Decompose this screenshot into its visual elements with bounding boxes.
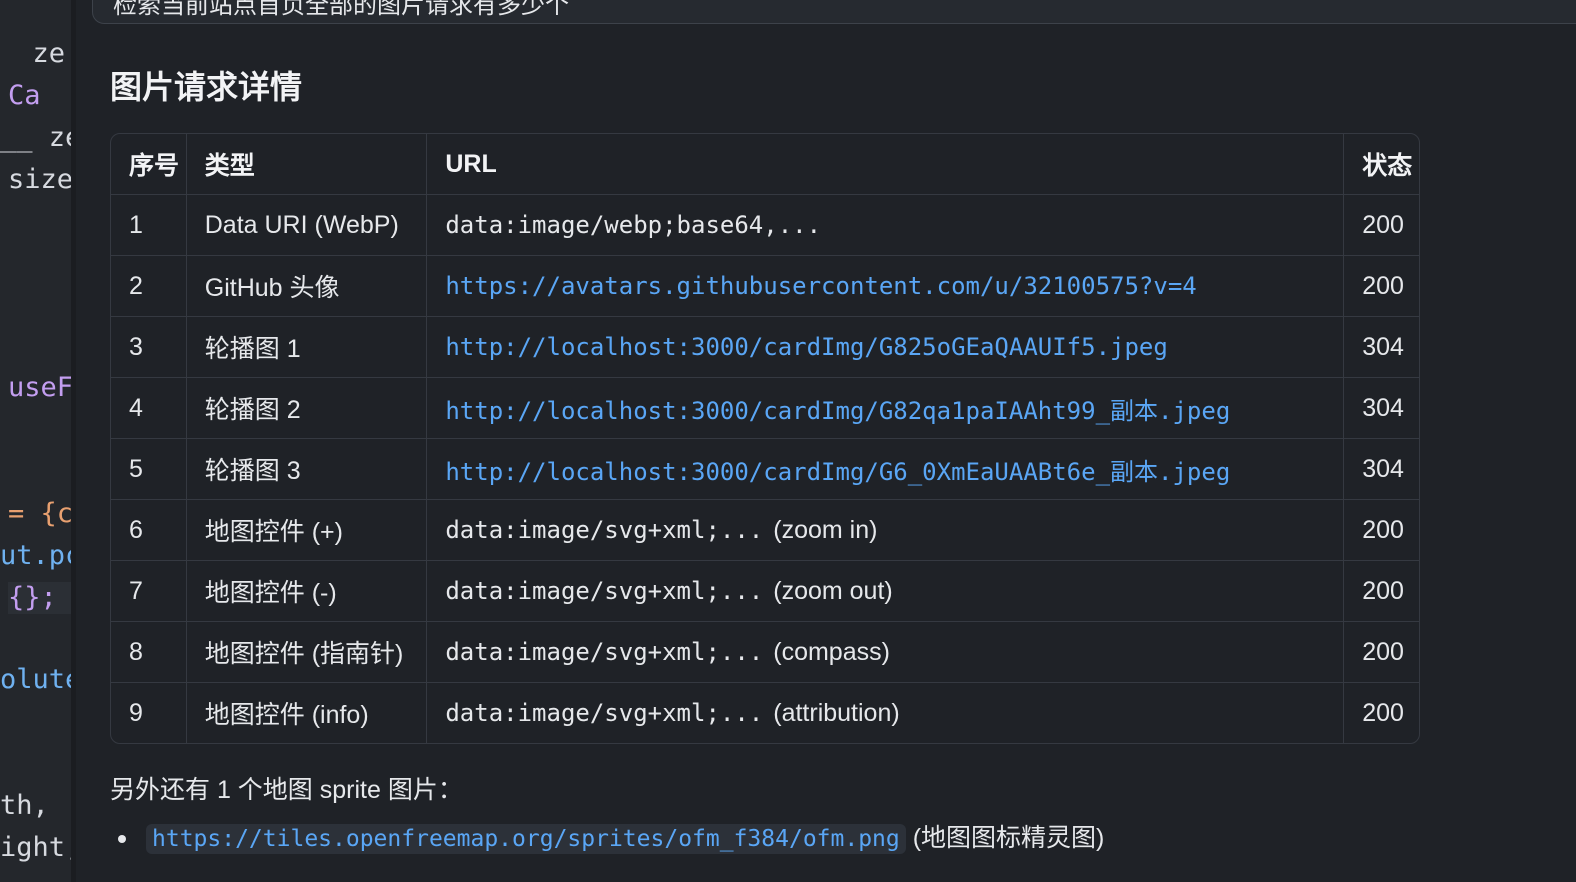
cell-status: 304 bbox=[1343, 316, 1419, 378]
url-text: data:image/webp;base64,... bbox=[445, 210, 822, 239]
code-line: th, bbox=[0, 790, 49, 821]
url-link[interactable]: http://localhost:3000/cardImg/G82qa1paIA… bbox=[445, 397, 1230, 425]
cell-type: 轮播图 3 bbox=[186, 438, 428, 500]
sprite-url-link[interactable]: https://tiles.openfreemap.org/sprites/of… bbox=[146, 824, 906, 854]
cell-url: data:image/webp;base64,... bbox=[426, 194, 1345, 256]
cell-type: 地图控件 (-) bbox=[186, 560, 428, 622]
cell-index: 7 bbox=[111, 560, 187, 622]
cell-type: Data URI (WebP) bbox=[186, 194, 428, 256]
cell-type: 地图控件 (+) bbox=[186, 499, 428, 561]
cell-url: data:image/svg+xml;... (zoom out) bbox=[426, 560, 1345, 622]
url-note: (compass) bbox=[773, 637, 890, 666]
table-row: 5 轮播图 3 http://localhost:3000/cardImg/G6_0… bbox=[111, 438, 1419, 500]
code-line: __ ze bbox=[0, 122, 71, 153]
code-line: Ca s bbox=[8, 80, 41, 111]
url-link[interactable]: https://avatars.githubusercontent.com/u/… bbox=[445, 272, 1196, 300]
code-line: = {c bbox=[8, 498, 71, 529]
header-url: URL bbox=[426, 134, 1345, 195]
code-line: ight, bbox=[0, 832, 71, 863]
cell-status: 200 bbox=[1343, 560, 1419, 622]
header-index: 序号 bbox=[111, 134, 187, 195]
code-line: size bbox=[8, 164, 71, 195]
table-row: 1 Data URI (WebP) data:image/webp;base64,.… bbox=[111, 194, 1419, 256]
cell-index: 6 bbox=[111, 499, 187, 561]
table-header-row: 序号 类型 URL 状态 bbox=[111, 134, 1419, 195]
cell-url: data:image/svg+xml;... (zoom in) bbox=[426, 499, 1345, 561]
cell-status: 200 bbox=[1343, 621, 1419, 683]
table-row: 6 地图控件 (+) data:image/svg+xml;... (zoom in)… bbox=[111, 499, 1419, 561]
url-link[interactable]: http://localhost:3000/cardImg/G6_0XmEaUA… bbox=[445, 458, 1230, 486]
cell-url: data:image/svg+xml;... (attribution) bbox=[426, 682, 1345, 743]
cell-type: 轮播图 1 bbox=[186, 316, 428, 378]
cell-status: 200 bbox=[1362, 698, 1404, 727]
cell-status: 200 bbox=[1343, 255, 1419, 317]
table-row: 2 GitHub 头像 https://avatars.githubusercont… bbox=[111, 255, 1419, 317]
code-line: {}; bbox=[8, 582, 71, 614]
chat-response-panel: 检索当前站点首页全部的图片请求有多少个 图片请求详情 序号 类型 URL 状态 … bbox=[76, 0, 1576, 882]
cell-url: data:image/svg+xml;... (compass) bbox=[426, 621, 1345, 683]
cell-url: http://localhost:3000/cardImg/G6_0XmEaUA… bbox=[426, 438, 1345, 500]
cell-index: 2 bbox=[111, 255, 187, 317]
section-title: 图片请求详情 bbox=[110, 69, 303, 105]
table-row: 4 轮播图 2 http://localhost:3000/cardImg/G82q… bbox=[111, 377, 1419, 439]
code-line: ut.pc bbox=[0, 540, 71, 571]
url-note: (zoom out) bbox=[773, 576, 893, 605]
cell-type: 地图控件 (指南针) bbox=[186, 621, 428, 683]
cell-url: http://localhost:3000/cardImg/G825oGEaQA… bbox=[426, 316, 1345, 378]
image-requests-table: 序号 类型 URL 状态 1 Data URI (WebP) data:image/… bbox=[110, 133, 1420, 744]
cell-index: 4 bbox=[111, 377, 187, 439]
url-link[interactable]: http://localhost:3000/cardImg/G825oGEaQA… bbox=[445, 333, 1167, 361]
cell-index: 1 bbox=[111, 194, 187, 256]
cell-status: 304 bbox=[1343, 438, 1419, 500]
cell-index: 9 bbox=[111, 682, 187, 743]
cell-type: 地图控件 (info) bbox=[186, 682, 428, 743]
header-type: 类型 bbox=[186, 134, 428, 195]
url-text: data:image/svg+xml;... bbox=[445, 698, 764, 727]
cell-url: https://avatars.githubusercontent.com/u/… bbox=[426, 255, 1345, 317]
sprite-list: https://tiles.openfreemap.org/sprites/of… bbox=[110, 820, 1104, 857]
cell-status: 304 bbox=[1343, 377, 1419, 439]
url-note: (attribution) bbox=[773, 698, 900, 727]
cell-status: 200 bbox=[1343, 499, 1419, 561]
cell-index: 8 bbox=[111, 621, 187, 683]
table-row: 7 地图控件 (-) data:image/svg+xml;... (zoom out… bbox=[111, 560, 1419, 622]
url-text: data:image/svg+xml;... bbox=[445, 576, 764, 605]
table-row: 8 地图控件 (指南针) data:image/svg+xml;... (compas… bbox=[111, 621, 1419, 683]
code-line: ze bbox=[0, 38, 66, 69]
cell-index: 3 bbox=[111, 316, 187, 378]
bullet-icon bbox=[118, 835, 126, 843]
url-text: data:image/svg+xml;... bbox=[445, 637, 764, 666]
cell-type: 轮播图 2 bbox=[186, 377, 428, 439]
list-item: https://tiles.openfreemap.org/sprites/of… bbox=[110, 820, 1104, 857]
code-line: olute bbox=[0, 664, 71, 695]
header-status: 状态 bbox=[1343, 134, 1419, 195]
sprite-note: 另外还有 1 个地图 sprite 图片： bbox=[110, 776, 463, 804]
code-line: useF bbox=[8, 372, 71, 403]
url-text: data:image/svg+xml;... bbox=[445, 515, 764, 544]
user-prompt-text: 检索当前站点首页全部的图片请求有多少个 bbox=[113, 0, 569, 19]
code-editor-pane: ze Ca s __ ze size useF = {c ut.pc {}; olute th, i… bbox=[0, 0, 71, 882]
sprite-description: (地图图标精灵图) bbox=[912, 824, 1105, 852]
cell-index: 5 bbox=[111, 438, 187, 500]
cell-type: GitHub 头像 bbox=[186, 255, 428, 317]
table-row: 9 地图控件 (info) data:image/svg+xml;... (attri… bbox=[111, 682, 1419, 743]
table-row: 3 轮播图 1 http://localhost:3000/cardImg/G825… bbox=[111, 316, 1419, 378]
cell-status: 200 bbox=[1343, 194, 1419, 256]
url-note: (zoom in) bbox=[773, 515, 878, 544]
cell-url: http://localhost:3000/cardImg/G82qa1paIA… bbox=[426, 377, 1345, 439]
user-prompt-box: 检索当前站点首页全部的图片请求有多少个 bbox=[92, 0, 1576, 24]
